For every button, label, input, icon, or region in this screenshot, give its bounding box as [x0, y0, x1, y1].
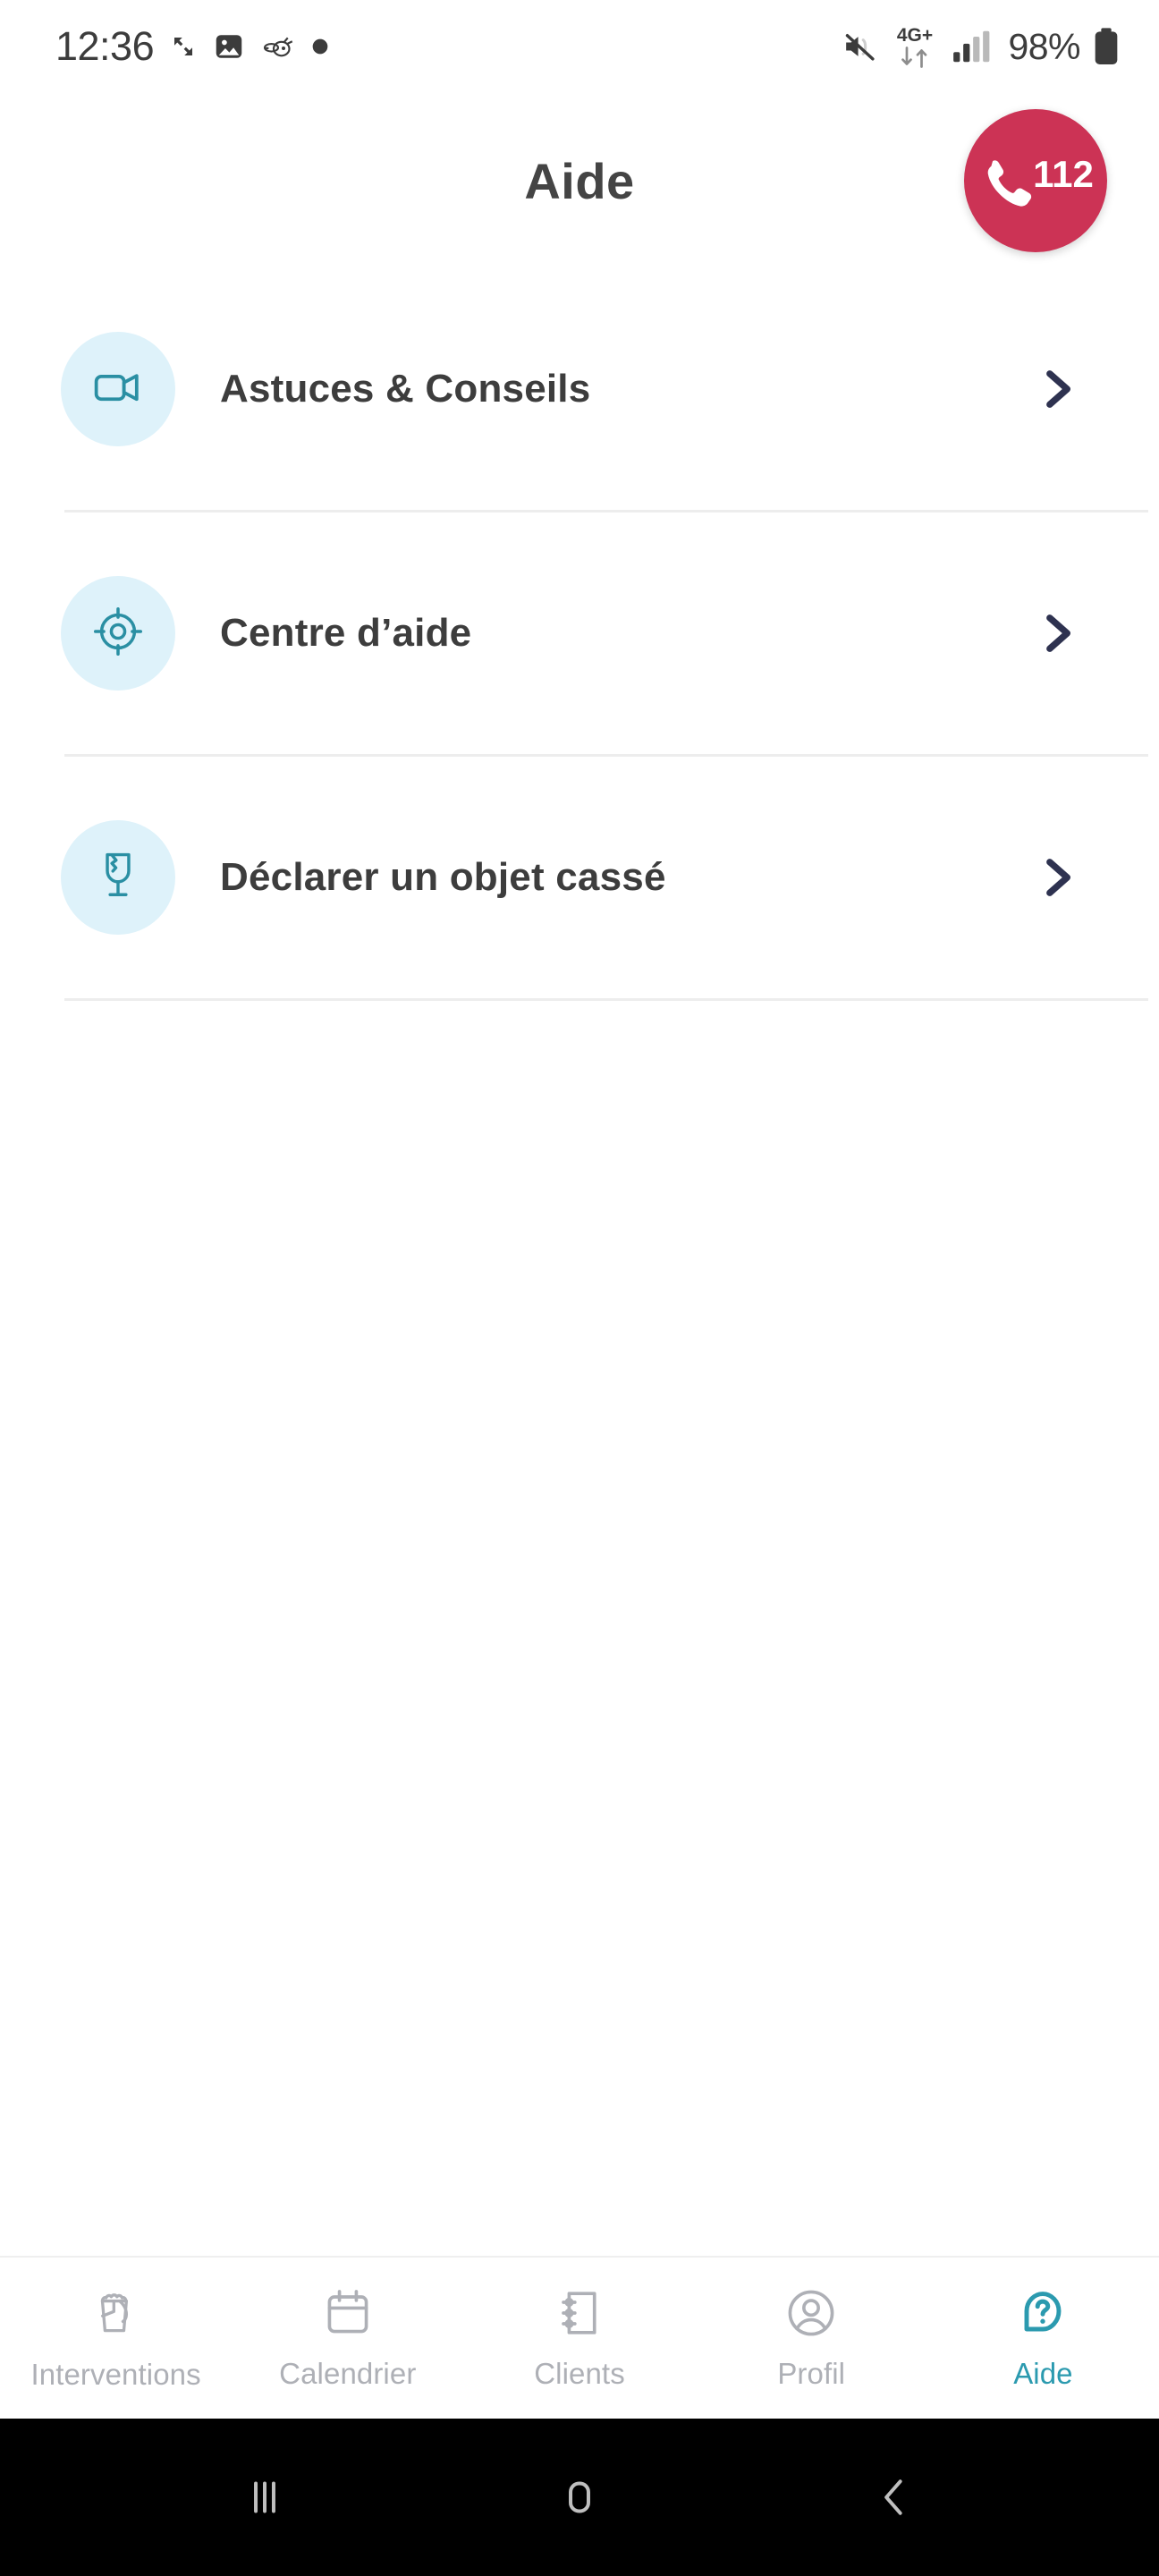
back-icon[interactable]: [841, 2444, 948, 2551]
person-circle-icon: [784, 2286, 838, 2344]
chevron-right-icon: [1037, 852, 1079, 902]
nav-tab-label: Clients: [534, 2356, 625, 2390]
nav-tab-interventions[interactable]: Interventions: [0, 2258, 232, 2419]
help-menu-list: Astuces & Conseils Centre d’aide Déclare…: [0, 268, 1159, 2256]
status-bar-clock: 12:36: [55, 23, 155, 69]
chevron-right-icon: [1037, 608, 1079, 658]
nav-tab-label: Interventions: [30, 2357, 201, 2391]
icon-bubble: [61, 820, 175, 935]
phone-screen: 12:36 4G+ 98% Aide 112 Astuces & Conseil…: [0, 0, 1159, 2576]
network-4gplus-icon: 4G+: [892, 22, 938, 71]
bottom-navigation-bar: Interventions Calendrier Clients Profil …: [0, 2256, 1159, 2419]
svg-text:4G+: 4G+: [897, 25, 933, 46]
icon-bubble: [61, 576, 175, 691]
emergency-call-button[interactable]: 112: [964, 109, 1107, 252]
nav-tab-calendrier[interactable]: Calendrier: [232, 2258, 463, 2419]
status-bar: 12:36 4G+ 98%: [0, 0, 1159, 93]
chevron-right-icon: [1037, 364, 1079, 414]
recents-icon[interactable]: [211, 2444, 318, 2551]
menu-item-declarer-objet-casse[interactable]: Déclarer un objet cassé: [0, 757, 1159, 998]
notebook-icon: [554, 2286, 605, 2344]
home-icon[interactable]: [526, 2444, 633, 2551]
menu-item-centre-aide[interactable]: Centre d’aide: [0, 513, 1159, 754]
nav-tab-clients[interactable]: Clients: [463, 2258, 695, 2419]
target-crosshair-icon: [90, 604, 146, 664]
video-camera-icon: [90, 360, 146, 419]
signal-bars-icon: [951, 30, 990, 64]
nav-tab-label: Calendrier: [279, 2356, 417, 2390]
menu-item-label: Déclarer un objet cassé: [220, 855, 666, 899]
screen-rotate-icon: [170, 33, 197, 60]
cleaning-bucket-icon: [89, 2285, 144, 2345]
battery-icon: [1093, 27, 1120, 66]
menu-item-label: Astuces & Conseils: [220, 367, 591, 411]
list-divider: [64, 998, 1148, 1001]
nav-tab-profil[interactable]: Profil: [696, 2258, 927, 2419]
nav-tab-aide[interactable]: Aide: [927, 2258, 1159, 2419]
page-title: Aide: [524, 152, 635, 209]
calendar-icon: [321, 2286, 375, 2344]
battery-percentage: 98%: [1008, 25, 1080, 67]
status-bar-right: 4G+ 98%: [842, 22, 1120, 71]
help-question-icon: [1017, 2286, 1069, 2344]
bee-icon: [261, 33, 295, 60]
phone-icon: [977, 155, 1036, 218]
nav-tab-label: Aide: [1013, 2356, 1073, 2390]
nav-tab-label: Profil: [777, 2356, 846, 2390]
image-icon: [213, 30, 245, 63]
android-system-nav: [0, 2419, 1159, 2576]
page-header: Aide 112: [0, 93, 1159, 268]
dot-icon: [311, 38, 329, 55]
emergency-number: 112: [1033, 153, 1094, 195]
status-bar-left: 12:36: [55, 23, 329, 70]
menu-item-astuces-conseils[interactable]: Astuces & Conseils: [0, 268, 1159, 510]
icon-bubble: [61, 332, 175, 446]
menu-item-label: Centre d’aide: [220, 611, 472, 655]
mute-icon: [842, 30, 879, 63]
broken-glass-icon: [93, 848, 143, 908]
